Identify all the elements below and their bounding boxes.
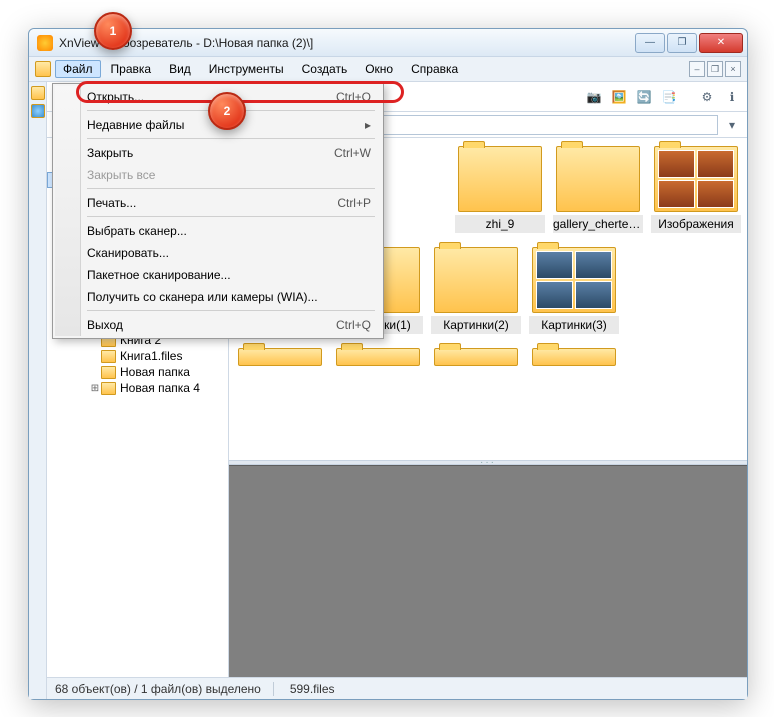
menu-open-shortcut: Ctrl+O [336,90,371,104]
toolbar-convert-icon[interactable]: 🔄 [633,86,655,108]
close-button[interactable]: ✕ [699,33,743,53]
menu-window[interactable]: Окно [357,60,401,78]
status-bar: 68 объект(ов) / 1 файл(ов) выделено 599.… [47,677,747,699]
thumbnail-item[interactable] [333,348,423,366]
window-controls: — ❐ ✕ [633,33,743,53]
menu-close-all-label: Закрыть все [87,168,371,182]
menubar-icon [35,61,51,77]
thumbnail-item[interactable]: Картинки(3) [529,247,619,334]
address-dropdown-icon[interactable]: ▾ [721,114,743,136]
callout-1: 1 [94,12,132,50]
maximize-button[interactable]: ❐ [667,33,697,53]
menu-close-label: Закрыть [87,146,334,160]
thumbnail-caption: Картинки(2) [431,316,521,334]
thumbnail-caption: Изображения [651,215,741,233]
menu-select-scanner[interactable]: Выбрать сканер... [55,220,381,242]
menu-edit[interactable]: Правка [103,60,160,78]
thumbnail-item[interactable]: Картинки(2) [431,247,521,334]
menu-help[interactable]: Справка [403,60,466,78]
tree-item-label: Книга1.files [120,349,182,363]
toolbar-settings-icon[interactable]: ⚙ [696,86,718,108]
menu-exit[interactable]: Выход Ctrl+Q [55,314,381,336]
menu-exit-label: Выход [87,318,336,332]
menu-tools[interactable]: Инструменты [201,60,292,78]
mdi-controls: – ❐ × [689,61,741,77]
thumbnail-caption: Картинки(3) [529,316,619,334]
menu-batch-scan-label: Пакетное сканирование... [87,268,371,282]
menu-select-scanner-label: Выбрать сканер... [87,224,371,238]
thumbnail-image [556,146,640,212]
sidebar-view-icon[interactable] [31,104,45,118]
menu-scan-label: Сканировать... [87,246,371,260]
menu-batch-scan[interactable]: Пакетное сканирование... [55,264,381,286]
thumbnail-item[interactable]: gallery_chertezhi... [553,146,643,233]
toolbar-thumbnail-icon[interactable]: 📑 [658,86,680,108]
thumbnail-image [434,247,518,313]
callout-2: 2 [208,92,246,130]
status-count: 68 объект(ов) / 1 файл(ов) выделено [55,682,274,696]
menu-exit-shortcut: Ctrl+Q [336,318,371,332]
menu-print-label: Печать... [87,196,337,210]
tree-item[interactable]: Новая папка [47,364,228,380]
tree-item-label: Новая папка 4 [120,381,200,395]
folder-icon [101,350,116,363]
mdi-minimize-button[interactable]: – [689,61,705,77]
titlebar[interactable]: XnView - [Обозреватель - D:\Новая папка … [29,29,747,57]
mdi-close-button[interactable]: × [725,61,741,77]
menu-acquire-wia[interactable]: Получить со сканера или камеры (WIA)... [55,286,381,308]
menu-view[interactable]: Вид [161,60,199,78]
toolbar-slide-icon[interactable]: 🖼️ [608,86,630,108]
tree-item-label: Новая папка [120,365,190,379]
status-selection: 599.files [290,682,335,696]
menu-acquire-wia-label: Получить со сканера или камеры (WIA)... [87,290,371,304]
thumbnail-item[interactable] [529,348,619,366]
menu-scan[interactable]: Сканировать... [55,242,381,264]
menu-close-shortcut: Ctrl+W [334,146,371,160]
mdi-restore-button[interactable]: ❐ [707,61,723,77]
menubar: Файл Открыть... Ctrl+O Недавние файлы ▸ … [29,57,747,82]
tree-item[interactable]: Книга1.files [47,348,228,364]
thumbnail-item[interactable] [431,348,521,366]
thumbnail-caption: zhi_9 [455,215,545,233]
thumbnail-item[interactable]: Изображения [651,146,741,233]
folder-icon [101,382,116,395]
thumbnail-item[interactable] [235,348,325,366]
window-frame: XnView - [Обозреватель - D:\Новая папка … [28,28,748,700]
menu-file[interactable]: Файл Открыть... Ctrl+O Недавние файлы ▸ … [55,60,101,78]
vertical-toolstrip [29,82,47,699]
thumbnail-caption: gallery_chertezhi... [553,215,643,233]
thumbnail-image [654,146,738,212]
thumbnail-item[interactable]: zhi_9 [455,146,545,233]
thumbnail-image [532,247,616,313]
submenu-arrow-icon: ▸ [365,118,371,132]
menu-print[interactable]: Печать... Ctrl+P [55,192,381,214]
menu-create[interactable]: Создать [294,60,356,78]
window-title: XnView - [Обозреватель - D:\Новая папка … [59,36,633,50]
tree-item[interactable]: ⊞ Новая папка 4 [47,380,228,396]
minimize-button[interactable]: — [635,33,665,53]
preview-pane [229,465,747,677]
menu-close-all: Закрыть все [55,164,381,186]
menu-file-label: Файл [63,62,93,76]
tree-expand-icon[interactable]: ⊞ [89,383,101,394]
folder-icon [101,366,116,379]
toolbar-camera-icon[interactable]: 📷 [583,86,605,108]
sidebar-browser-icon[interactable] [31,86,45,100]
menu-close[interactable]: Закрыть Ctrl+W [55,142,381,164]
toolbar-info-icon[interactable]: ℹ [721,86,743,108]
menu-print-shortcut: Ctrl+P [337,196,371,210]
thumbnail-image [458,146,542,212]
app-icon [37,35,53,51]
